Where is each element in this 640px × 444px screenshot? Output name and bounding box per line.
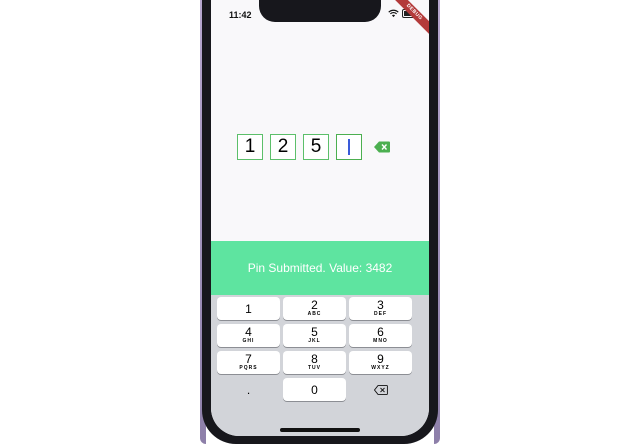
pin-box-1[interactable]: 1 — [237, 134, 263, 160]
key-number: 3 — [377, 298, 384, 312]
phone-screen: 11:42 DEBUG 1 2 5 Pin Submitted. Value: … — [211, 0, 429, 436]
snackbar: Pin Submitted. Value: 3482 — [211, 241, 429, 295]
key-2[interactable]: 2 ABC — [283, 297, 346, 320]
key-6[interactable]: 6 MNO — [349, 324, 412, 347]
key-letters: DEF — [374, 311, 387, 317]
key-7[interactable]: 7 PQRS — [217, 351, 280, 374]
key-5[interactable]: 5 JKL — [283, 324, 346, 347]
pin-input-row[interactable]: 1 2 5 — [237, 134, 390, 160]
home-indicator — [280, 428, 360, 432]
key-9[interactable]: 9 WXYZ — [349, 351, 412, 374]
key-number: 4 — [245, 325, 252, 339]
key-8[interactable]: 8 TUV — [283, 351, 346, 374]
key-number: 6 — [377, 325, 384, 339]
key-delete[interactable] — [349, 378, 412, 401]
pin-digit: 2 — [277, 136, 289, 157]
delete-icon — [373, 384, 388, 395]
notch — [259, 0, 381, 22]
key-number: 7 — [245, 352, 252, 366]
key-letters: MNO — [373, 338, 388, 344]
wifi-icon — [388, 9, 399, 18]
key-letters: JKL — [308, 338, 321, 344]
key-letters: WXYZ — [371, 365, 390, 371]
numeric-keyboard: 1 2 ABC 3 DEF 4 GHI 5 JKL 6 MNO 7 PQRS 8… — [211, 295, 429, 436]
key-letters: ABC — [307, 311, 322, 317]
key-letters: GHI — [242, 338, 255, 344]
key-number: 0 — [311, 382, 318, 397]
key-number: 9 — [377, 352, 384, 366]
key-number: . — [246, 382, 251, 397]
key-0[interactable]: 0 — [283, 378, 346, 401]
key-1[interactable]: 1 — [217, 297, 280, 320]
debug-banner: DEBUG — [386, 0, 429, 41]
status-time: 11:42 — [229, 10, 252, 20]
key-number: 8 — [311, 352, 318, 366]
key-number: 1 — [245, 301, 252, 316]
text-cursor — [348, 139, 350, 155]
pin-box-3[interactable]: 5 — [303, 134, 329, 160]
key-letters: TUV — [308, 365, 321, 371]
pin-digit: 5 — [310, 136, 322, 157]
pin-digit: 1 — [244, 136, 256, 157]
key-number: 2 — [311, 298, 318, 312]
snackbar-message: Pin Submitted. Value: 3482 — [247, 261, 393, 275]
key-decimal[interactable]: . — [217, 378, 280, 401]
key-3[interactable]: 3 DEF — [349, 297, 412, 320]
key-4[interactable]: 4 GHI — [217, 324, 280, 347]
backspace-icon[interactable] — [374, 141, 390, 153]
pin-box-2[interactable]: 2 — [270, 134, 296, 160]
key-letters: PQRS — [239, 365, 258, 371]
pin-box-4[interactable] — [336, 134, 362, 160]
key-number: 5 — [311, 325, 318, 339]
